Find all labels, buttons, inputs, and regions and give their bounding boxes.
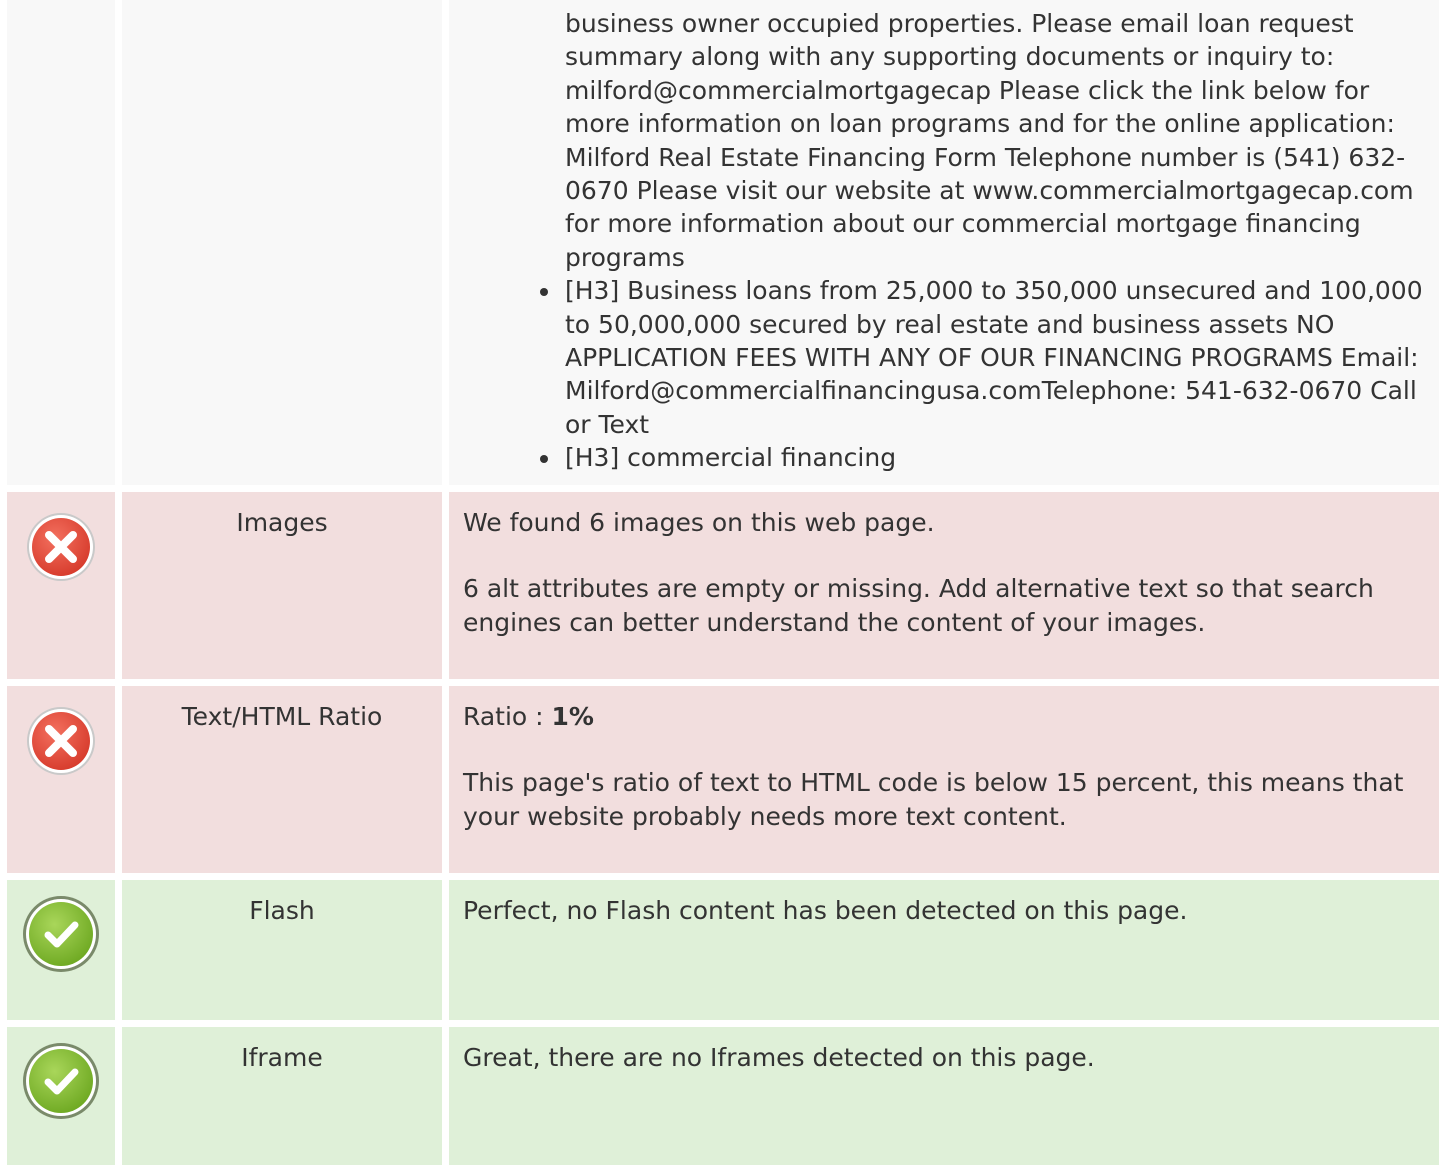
iframe-status-cell bbox=[7, 1026, 115, 1165]
images-row: Images We found 6 images on this web pag… bbox=[7, 491, 1439, 679]
ratio-value: 1% bbox=[551, 701, 594, 731]
success-icon bbox=[23, 895, 99, 972]
images-summary: We found 6 images on this web page. bbox=[463, 507, 935, 537]
ratio-status-cell bbox=[7, 685, 115, 873]
headings-list-item: [H3] Business loans from 25,000 to 350,0… bbox=[540, 274, 1423, 441]
ratio-label: Ratio : bbox=[463, 701, 552, 731]
images-check-body: We found 6 images on this web page. 6 al… bbox=[449, 491, 1439, 679]
iframe-row: Iframe Great, there are no Iframes detec… bbox=[7, 1026, 1439, 1165]
images-status-cell bbox=[7, 491, 115, 679]
images-check-name: Images bbox=[122, 491, 442, 679]
iframe-check-name: Iframe bbox=[122, 1026, 442, 1165]
iframe-check-body: Great, there are no Iframes detected on … bbox=[449, 1026, 1439, 1165]
flash-check-body: Perfect, no Flash content has been detec… bbox=[449, 879, 1439, 1020]
images-advice: 6 alt attributes are empty or missing. A… bbox=[463, 574, 1374, 637]
ratio-check-body: Ratio : 1% This page's ratio of text to … bbox=[449, 685, 1439, 873]
flash-status-cell bbox=[7, 879, 115, 1020]
success-icon bbox=[23, 1042, 99, 1119]
headings-list-item: business owner occupied properties. Plea… bbox=[565, 9, 1414, 272]
ratio-summary: Ratio : 1% bbox=[463, 700, 1423, 733]
seo-report-table: business owner occupied properties. Plea… bbox=[0, 0, 1446, 1172]
headings-list: business owner occupied properties. Plea… bbox=[463, 7, 1423, 475]
iframe-summary: Great, there are no Iframes detected on … bbox=[463, 1042, 1095, 1072]
headings-name-cell bbox=[122, 0, 442, 485]
error-icon bbox=[27, 706, 95, 775]
headings-icon-cell bbox=[7, 0, 115, 485]
headings-list-item: [H3] commercial financing bbox=[540, 441, 1423, 474]
error-icon bbox=[27, 512, 95, 581]
flash-check-name: Flash bbox=[122, 879, 442, 1020]
ratio-row: Text/HTML Ratio Ratio : 1% This page's r… bbox=[7, 685, 1439, 873]
ratio-advice: This page's ratio of text to HTML code i… bbox=[463, 768, 1404, 831]
flash-row: Flash Perfect, no Flash content has been… bbox=[7, 879, 1439, 1020]
headings-row: business owner occupied properties. Plea… bbox=[7, 0, 1439, 485]
flash-summary: Perfect, no Flash content has been detec… bbox=[463, 895, 1188, 925]
ratio-check-name: Text/HTML Ratio bbox=[122, 685, 442, 873]
headings-body-cell: business owner occupied properties. Plea… bbox=[449, 0, 1439, 485]
